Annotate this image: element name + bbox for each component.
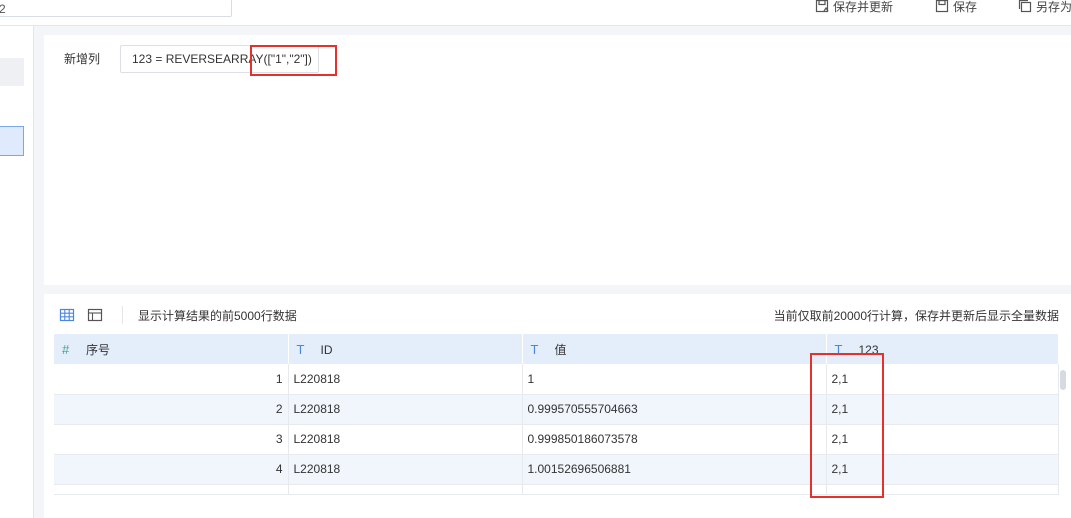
save-and-update-label: 保存并更新 [833, 0, 894, 14]
preview-table: # 序号 T ID T值 T 123 1 L220818 1 2,1 2 L22081… [54, 334, 1059, 495]
cell-seq: 2 [54, 394, 289, 425]
cell-value: 1.00152696506881 [522, 454, 827, 485]
table-row [54, 484, 1059, 495]
card-view-icon[interactable] [87, 307, 103, 323]
cell-seq: 3 [54, 424, 289, 455]
table-row: 2 L220818 0.999570555704663 2,1 [54, 394, 1059, 425]
save-and-update-button[interactable]: 保存并更新 [815, 0, 893, 17]
highlight-box-result-column [810, 353, 884, 498]
cell-id: L220818 [288, 394, 523, 425]
name-input[interactable]: 2 [0, 0, 232, 17]
cell-id: L220818 [288, 424, 523, 455]
table-header-row: # 序号 T ID T值 T 123 [54, 334, 1059, 364]
column-header-id[interactable]: T ID [288, 334, 523, 364]
cell-value: 1 [522, 364, 827, 395]
vertical-scrollbar[interactable] [1060, 370, 1066, 390]
cell-value: 0.999850186073578 [522, 424, 827, 455]
table-row: 1 L220818 1 2,1 [54, 364, 1059, 395]
cell-seq: 4 [54, 454, 289, 485]
cell-id: L220818 [288, 364, 523, 395]
hash-icon: # [62, 341, 70, 357]
save-as-label: 另存为 [1036, 0, 1071, 14]
toolbar-divider [122, 306, 123, 324]
save-button[interactable]: 保存 [935, 0, 977, 17]
preview-panel: 显示计算结果的前5000行数据 当前仅取前20000行计算，保存并更新后显示全量… [44, 294, 1071, 518]
save-as-icon [1018, 0, 1032, 13]
highlight-box-formula [250, 45, 337, 76]
preview-row-limit-note: 显示计算结果的前5000行数据 [138, 309, 297, 323]
save-label: 保存 [953, 0, 978, 14]
top-toolbar: 2 保存并更新 保存 另存为 [0, 0, 1071, 26]
sidebar-item-selected[interactable] [0, 126, 24, 156]
cell-value: 0.999570555704663 [522, 394, 827, 425]
calculation-limit-note: 当前仅取前20000行计算，保存并更新后显示全量数据 [773, 309, 1059, 323]
save-as-button[interactable]: 另存为 [1018, 0, 1071, 17]
column-header-value[interactable]: T值 [522, 334, 827, 364]
table-view-icon[interactable] [59, 307, 75, 323]
cell-seq: 1 [54, 364, 289, 395]
text-type-icon: T [296, 341, 305, 357]
column-header-seq[interactable]: # 序号 [54, 334, 289, 364]
text-type-icon: T [530, 341, 539, 357]
new-column-label: 新增列 [64, 52, 101, 66]
cell-id: L220818 [288, 454, 523, 485]
save-icon [935, 0, 949, 13]
sidebar-item[interactable] [0, 58, 24, 86]
formula-panel: 新增列 123 = REVERSEARRAY(["1","2"]) [44, 35, 1071, 285]
table-row: 4 L220818 1.00152696506881 2,1 [54, 454, 1059, 485]
table-row: 3 L220818 0.999850186073578 2,1 [54, 424, 1059, 455]
left-sidebar [0, 26, 34, 518]
save-update-icon [815, 0, 829, 13]
